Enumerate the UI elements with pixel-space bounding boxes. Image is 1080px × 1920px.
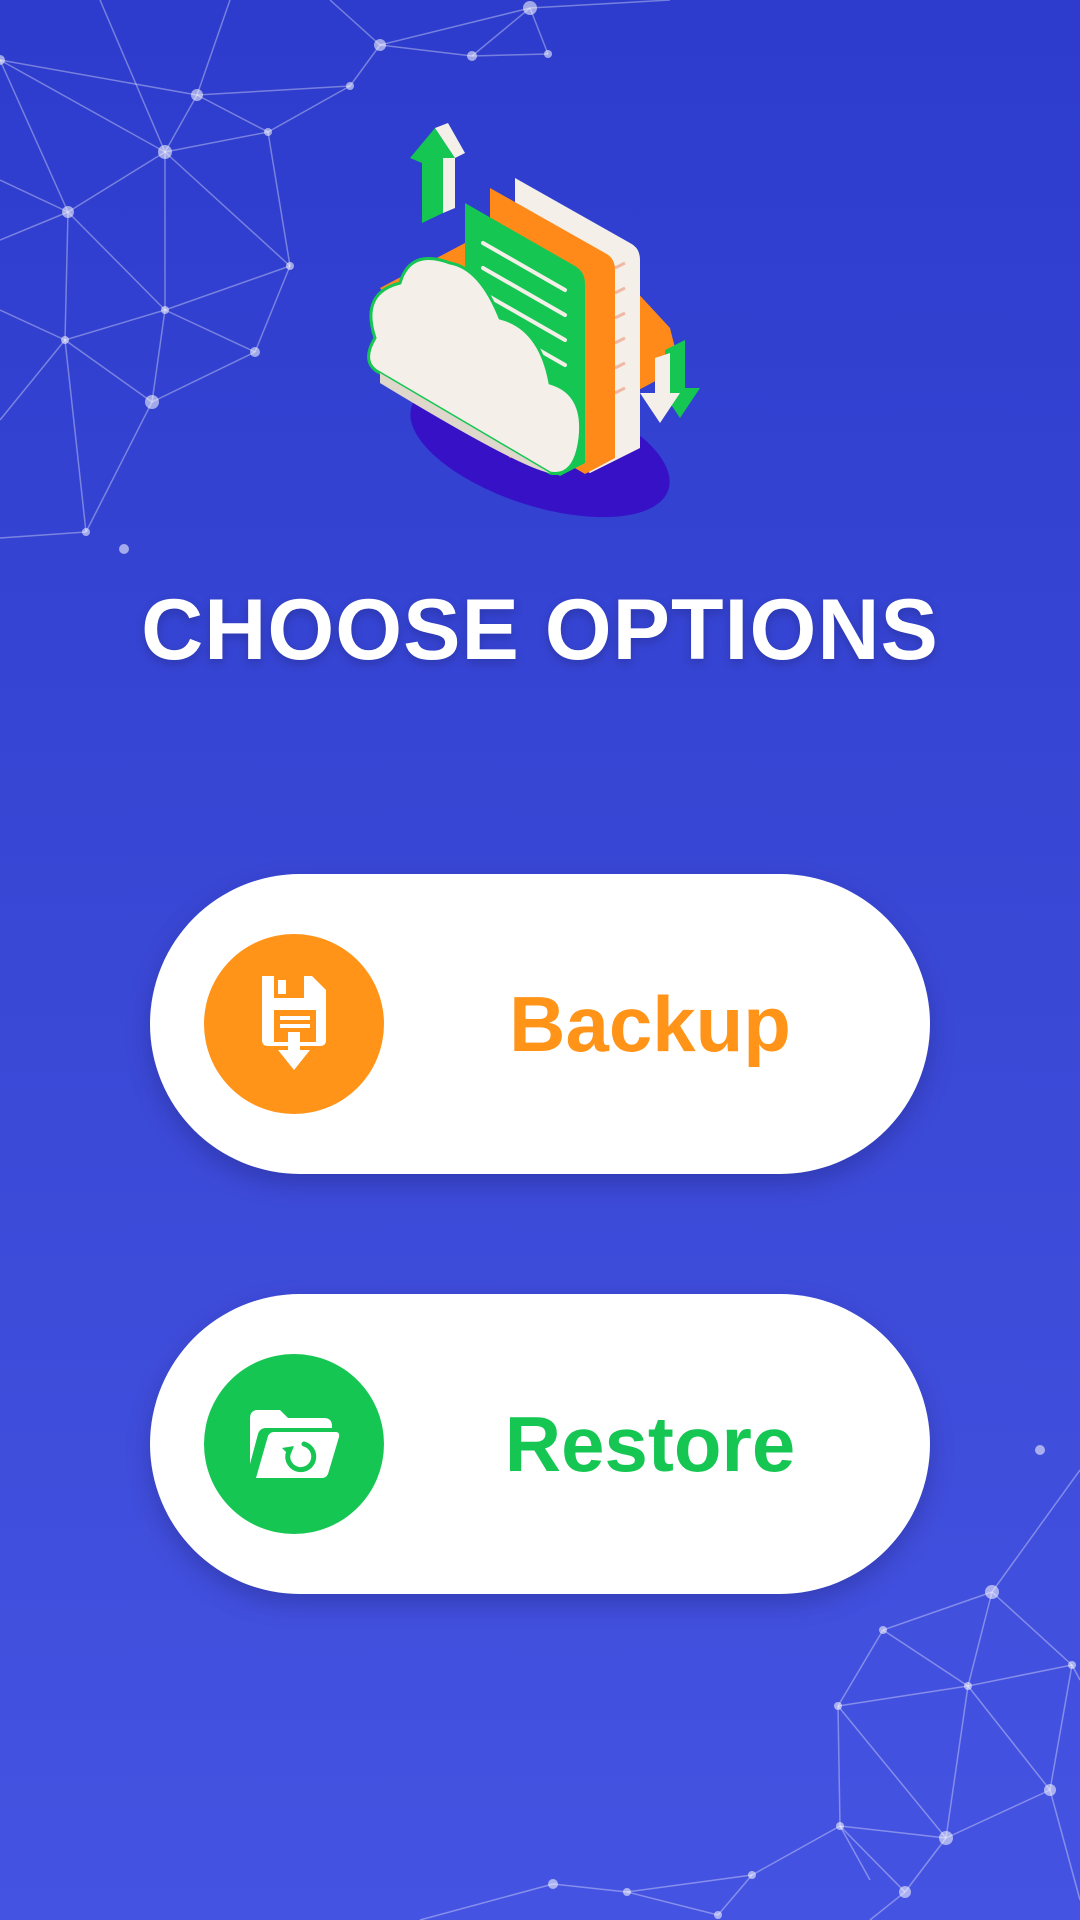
backup-button[interactable]: Backup — [150, 874, 930, 1174]
restore-button[interactable]: Restore — [150, 1294, 930, 1594]
cloud-documents-sync-illustration — [367, 123, 700, 518]
page-title: CHOOSE OPTIONS — [141, 582, 939, 678]
floppy-disk-download-icon — [262, 976, 326, 1070]
folder-restore-icon — [250, 1410, 340, 1478]
backup-label: Backup — [509, 979, 791, 1068]
restore-icon-circle — [204, 1354, 384, 1534]
backup-icon-circle — [204, 934, 384, 1114]
restore-label: Restore — [504, 1399, 796, 1488]
